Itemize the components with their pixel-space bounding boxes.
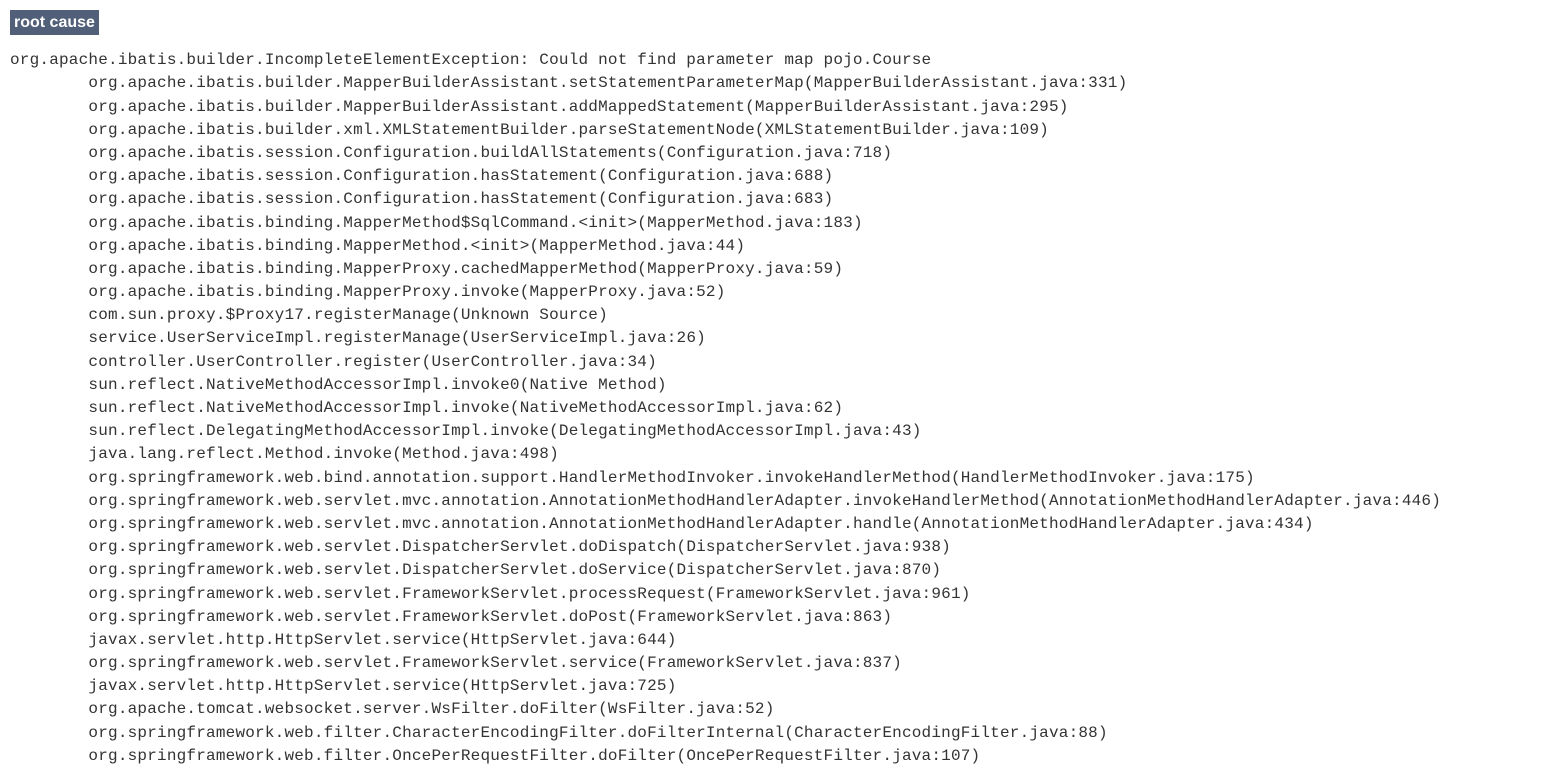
stack-trace-block: org.apache.ibatis.builder.IncompleteElem…: [10, 49, 1531, 768]
root-cause-header: root cause: [10, 10, 99, 35]
